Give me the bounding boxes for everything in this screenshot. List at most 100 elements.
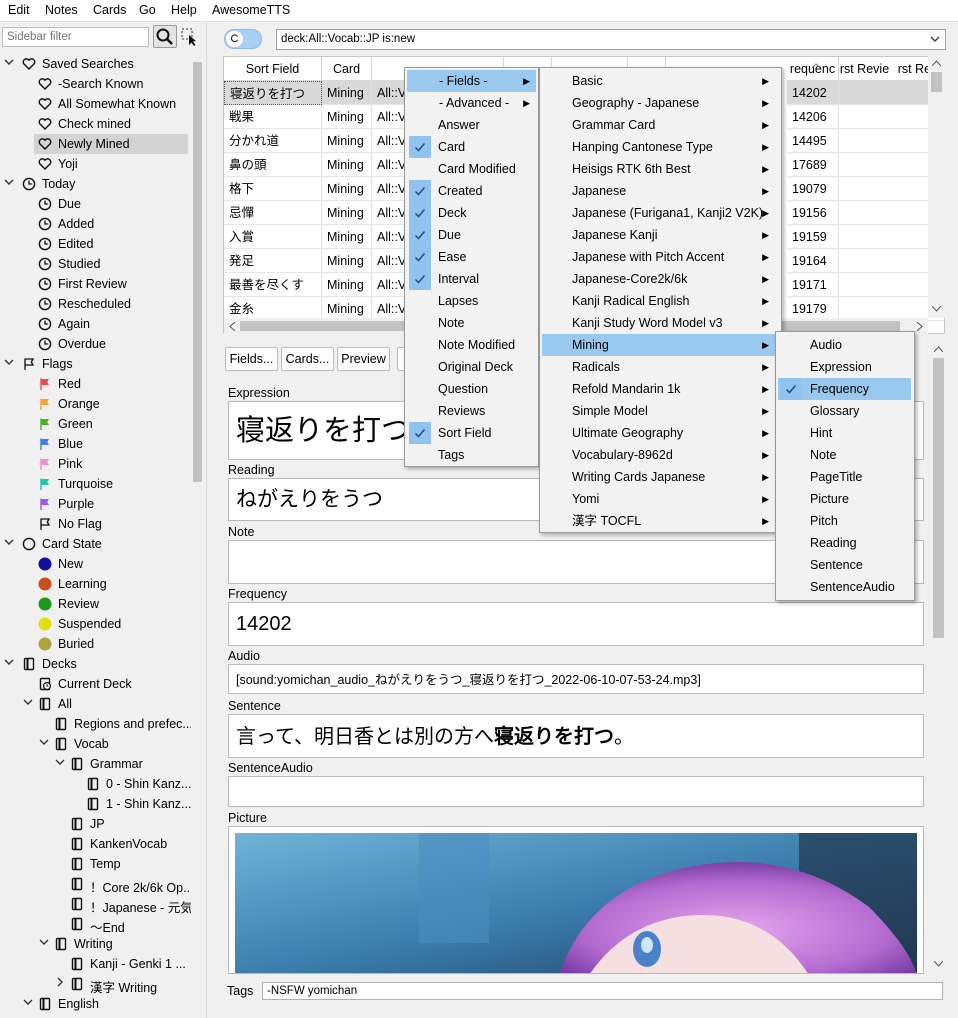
menu-item[interactable]: Ease [407,246,536,268]
scroll-right-icon[interactable] [917,322,923,331]
menu-item[interactable]: Frequency [778,378,911,400]
table-cell[interactable]: Mining [322,177,372,201]
menu-item[interactable]: Audio [778,334,911,356]
table-cell[interactable]: 19159 [787,225,839,249]
menu-item[interactable]: Note [778,444,911,466]
sidebar-item[interactable]: ！Japanese - 元気 [0,894,193,915]
sidebar-item[interactable]: Flags [0,354,190,374]
table-cell[interactable]: Mining [322,81,372,105]
sidebar-item[interactable]: Edited [0,234,190,254]
menu-item[interactable]: Expression [778,356,911,378]
sidebar-item[interactable]: Learning [0,574,190,594]
menu-item[interactable]: Grammar Card ▶ [542,114,779,136]
menu-item[interactable]: Japanese (Furigana1, Kanji2 V2K) ▶ [542,202,779,224]
chevron-down-icon[interactable] [3,536,15,548]
menu-item[interactable]: Note Modified [407,334,536,356]
menu-item[interactable]: Reading [778,532,911,554]
menu-item[interactable]: Hint [778,422,911,444]
column-header[interactable]: rst Revie [839,57,891,81]
menu-item[interactable]: Pitch [778,510,911,532]
sidebar-item[interactable]: Purple [0,494,190,514]
audio-field[interactable]: [sound:yomichan_audio_ねがえりをうつ_寝返りを打つ_202… [228,664,924,694]
table-cell[interactable]: Mining [322,201,372,225]
tags-input[interactable]: -NSFW yomichan [262,982,943,1000]
table-cell[interactable]: 最善を尽くす [224,273,322,297]
menu-item[interactable]: Mining ▶ [542,334,779,356]
menu-item[interactable]: Japanese Kanji ▶ [542,224,779,246]
sidebar-item[interactable]: No Flag [0,514,190,534]
table-cell[interactable]: Mining [322,249,372,273]
sidebar-item[interactable]: Current Deck [0,674,190,694]
sidebar-item[interactable]: Saved Searches [0,54,190,74]
menu-item[interactable]: Japanese-Core2k/6k ▶ [542,268,779,290]
chevron-right-icon[interactable] [54,976,66,988]
menu-item[interactable]: Glossary [778,400,911,422]
sidebar-item[interactable]: Blue [0,434,190,454]
table-cell[interactable]: 14202 [787,81,839,105]
sidebar-item[interactable]: Suspended [0,614,190,634]
menu-item[interactable]: Card Modified [407,158,536,180]
sidebar-item[interactable]: 0 - Shin Kanz... [0,774,191,794]
sidebar-item[interactable]: Review [0,594,190,614]
menu-item[interactable]: Deck [407,202,536,224]
menu-item[interactable]: Picture [778,488,911,510]
scroll-down-icon[interactable] [932,306,941,312]
table-cell[interactable]: 17689 [787,153,839,177]
table-scroll-thumb[interactable] [931,72,942,92]
table-cell[interactable]: 19156 [787,201,839,225]
menu-item[interactable]: - Fields - ▶ [407,70,536,92]
scroll-left-icon[interactable] [229,322,235,331]
editor-scroll-thumb[interactable] [933,358,944,638]
chevron-down-icon[interactable] [3,56,15,68]
chevron-down-icon[interactable] [3,656,15,668]
sidebar-item[interactable]: Overdue [0,334,190,354]
table-cell[interactable] [839,153,891,177]
fields-button[interactable]: Fields... [225,347,278,371]
chevron-down-icon[interactable] [929,33,941,45]
menu-item[interactable]: Kanji Radical English ▶ [542,290,779,312]
table-cell[interactable]: 入賞 [224,225,322,249]
sidebar-item[interactable]: Vocab [0,734,190,754]
sidebar-item[interactable]: Card State [0,534,190,554]
table-cell[interactable]: Mining [322,105,372,129]
menu-item[interactable]: SentenceAudio [778,576,911,598]
table-cell[interactable] [839,273,891,297]
table-cell[interactable] [839,177,891,201]
table-cell[interactable]: 鼻の頭 [224,153,322,177]
sidebar-item[interactable]: Decks [0,654,190,674]
sidebar-item[interactable]: All Somewhat Known [0,94,190,114]
menu-item[interactable]: Geography - Japanese ▶ [542,92,779,114]
chevron-down-icon[interactable] [38,936,50,948]
scroll-up-icon[interactable] [932,60,941,66]
sidebar-item[interactable]: Grammar [0,754,190,774]
menu-item[interactable]: Japanese ▶ [542,180,779,202]
table-cell[interactable] [839,81,891,105]
table-cell[interactable]: 戦果 [224,105,322,129]
menu-item[interactable]: Basic ▶ [542,70,779,92]
menu-cards[interactable]: Cards [93,3,126,17]
table-cell[interactable] [839,249,891,273]
table-cell[interactable] [839,105,891,129]
sidebar-item[interactable]: -Search Known [0,74,190,94]
sidebar-item[interactable]: KankenVocab [0,834,190,854]
menu-item[interactable]: Original Deck [407,356,536,378]
table-cell[interactable]: 19164 [787,249,839,273]
sidebar-item[interactable]: Red [0,374,190,394]
chevron-down-icon[interactable] [22,996,34,1008]
sidebar-item[interactable]: Newly Mined [34,134,188,154]
sidebar-item[interactable]: Studied [0,254,190,274]
frequency-field[interactable]: 14202 [228,602,924,646]
menu-item[interactable]: Sentence [778,554,911,576]
cards-button[interactable]: Cards... [281,347,334,371]
table-cell[interactable]: 寝返りを打つ [224,81,322,105]
sidebar-item[interactable]: New [0,554,190,574]
chevron-down-icon[interactable] [3,176,15,188]
sidebar-scroll-thumb[interactable] [193,62,202,482]
sidebar-item[interactable]: 漢字 Writing [0,974,190,995]
menu-item[interactable]: - Advanced - ▶ [407,92,536,114]
sidebar-item[interactable]: 1 - Shin Kanz... [0,794,191,814]
table-cell[interactable]: 忌憚 [224,201,322,225]
table-cell[interactable]: 19171 [787,273,839,297]
menu-item[interactable]: Writing Cards Japanese ▶ [542,466,779,488]
sidebar-item[interactable]: Pink [0,454,190,474]
